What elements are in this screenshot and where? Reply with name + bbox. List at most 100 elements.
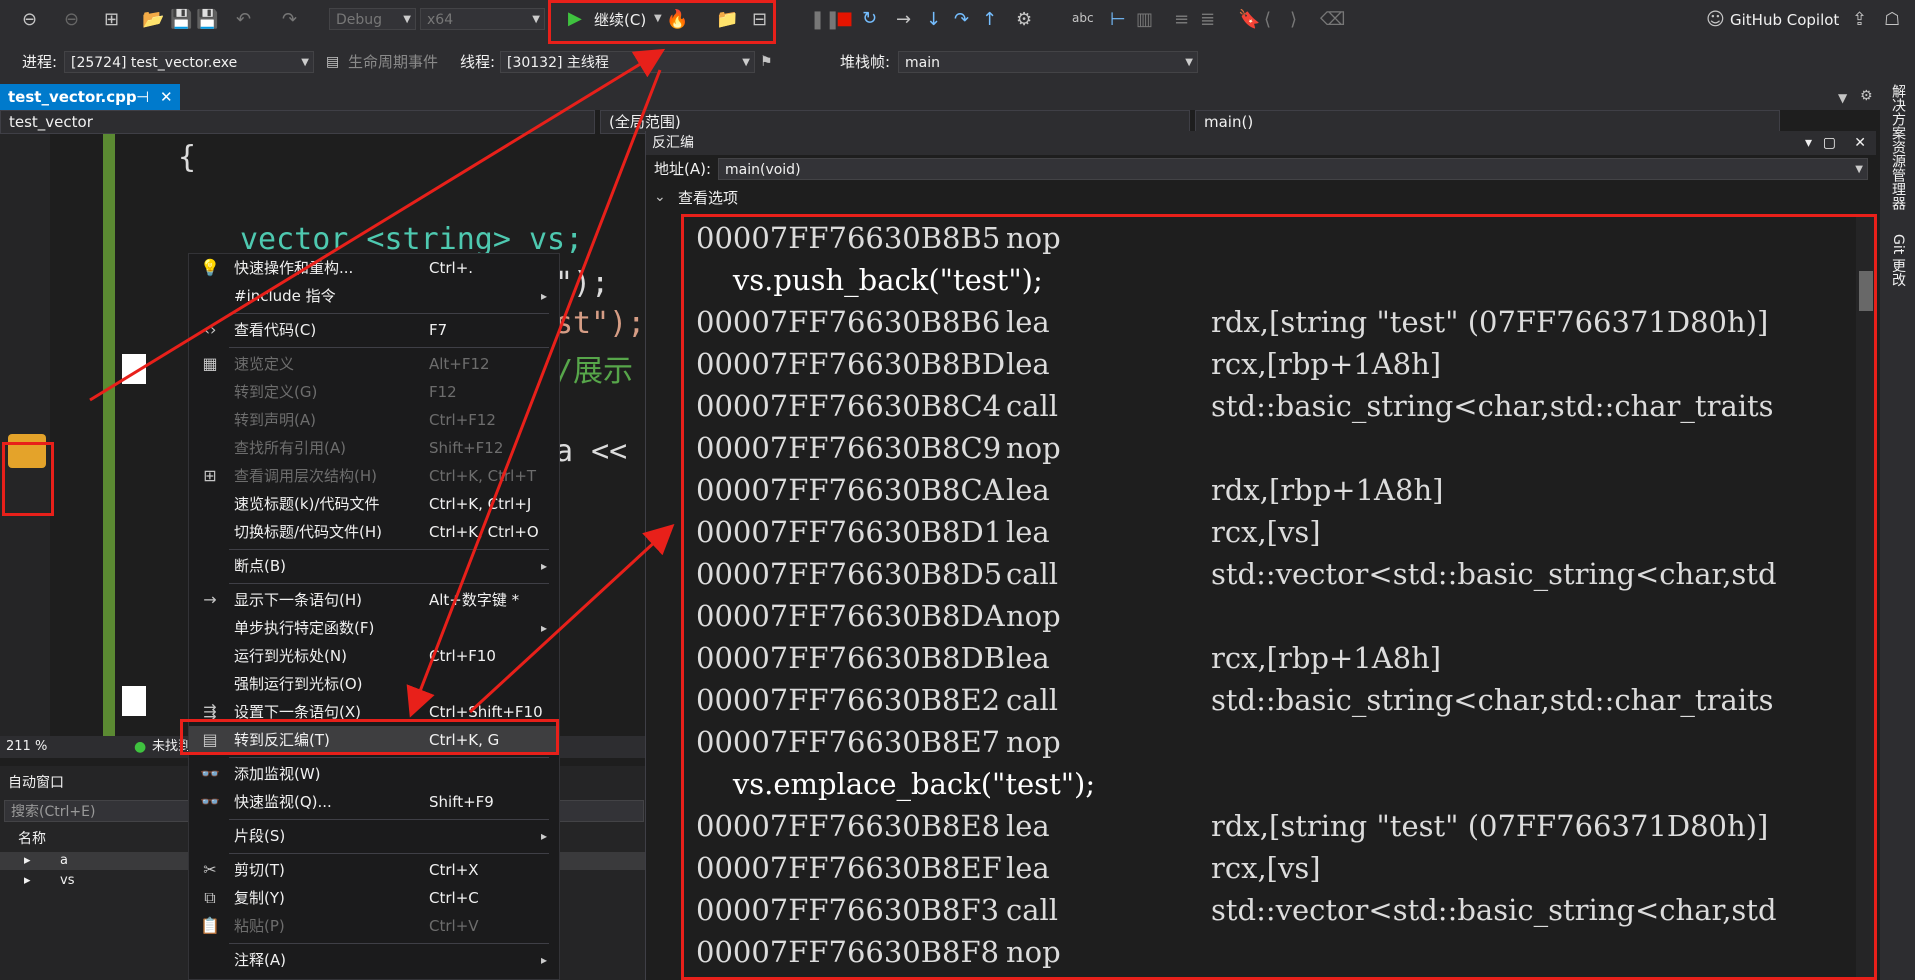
config-select[interactable]: Debug ▼	[329, 8, 416, 30]
continue-button[interactable]: ▶ 继续(C) ▼	[560, 8, 670, 32]
menu-item[interactable]: 单步执行特定函数(F) ▸	[189, 614, 559, 642]
step-into-icon[interactable]: ↓	[926, 10, 941, 30]
source-line[interactable]: vs.emplace_back("test");	[696, 763, 1095, 805]
disassembly-line[interactable]: 00007FF76630B8B5 nop	[696, 217, 1211, 259]
stack-frame-select[interactable]: main ▼	[898, 51, 1198, 73]
disassembly-line[interactable]: 00007FF76630B8D5 call std::vector<std::bas…	[696, 553, 1777, 595]
disassembly-line[interactable]: 00007FF76630B8DAnop	[696, 595, 1211, 637]
show-next-statement-icon[interactable]: →	[896, 10, 911, 30]
chevron-down-icon[interactable]: ⌄	[654, 187, 666, 207]
menu-item[interactable]: 切换标题/代码文件(H) Ctrl+K, Ctrl+O	[189, 518, 559, 546]
menu-item[interactable]: 💡 快速操作和重构... Ctrl+.	[189, 254, 559, 282]
disassembly-line[interactable]: 00007FF76630B8F8 nop	[696, 931, 1211, 973]
window-layout-icon[interactable]: ⊟	[752, 10, 767, 30]
share-icon[interactable]: ⇪	[1852, 10, 1867, 30]
menu-item[interactable]: 👓 添加监视(W)	[189, 760, 559, 788]
disassembly-line[interactable]: 00007FF76630B8CAlea rdx,[rbp+1A8h]	[696, 469, 1443, 511]
step-over-icon[interactable]: ↷	[954, 10, 969, 30]
bookmark-prev-icon[interactable]: ⟨	[1264, 10, 1271, 30]
menu-item[interactable]: 强制运行到光标(O)	[189, 670, 559, 698]
menu-item[interactable]: ▤ 转到反汇编(T) Ctrl+K, G	[189, 726, 559, 754]
solution-explorer-tab[interactable]: 解决方案资源管理器	[1888, 84, 1908, 210]
thread-select[interactable]: [30132] 主线程 ▼	[500, 51, 755, 73]
collapse-marker-icon[interactable]	[122, 354, 146, 384]
view-options-toggle[interactable]: 查看选项	[678, 187, 738, 209]
process-select[interactable]: [25724] test_vector.exe ▼	[64, 51, 314, 73]
column-header-name[interactable]: 名称	[18, 828, 46, 850]
restart-icon[interactable]: ↻	[862, 9, 877, 29]
tab-list-icon[interactable]: ▼	[1838, 88, 1847, 108]
menu-item-shortcut: Ctrl+K, Ctrl+O	[429, 523, 539, 541]
scrollbar-thumb[interactable]	[1859, 271, 1873, 311]
lifecycle-label[interactable]: 生命周期事件	[348, 51, 438, 73]
diagnostic-icon[interactable]: ⚙	[1016, 10, 1032, 30]
back-icon[interactable]: ⊖	[22, 10, 37, 30]
instruction-address: 00007FF76630B8BD	[696, 347, 1006, 381]
step-out-icon[interactable]: ↑	[982, 10, 997, 30]
disassembly-line[interactable]: 00007FF76630B8EF lea rcx,[vs]	[696, 847, 1321, 889]
disassembly-line[interactable]: 00007FF76630B8E2 call std::basic_string<ch…	[696, 679, 1774, 721]
thread-flag-icon[interactable]: ⚑	[760, 52, 773, 72]
project-nav-select[interactable]: test_vector	[0, 110, 595, 134]
close-icon[interactable]: ✕	[1854, 131, 1866, 155]
disassembly-line[interactable]: 00007FF76630B8E7 nop	[696, 721, 1211, 763]
menu-item[interactable]: → 显示下一条语句(H) Alt+数字键 *	[189, 586, 559, 614]
tab-title: test_vector.cpp	[8, 88, 137, 106]
menu-item[interactable]: 片段(S) ▸	[189, 822, 559, 850]
stop-icon[interactable]: ■	[836, 9, 853, 29]
pin-icon[interactable]: ⊣	[136, 84, 149, 110]
git-changes-tab[interactable]: Git 更改	[1888, 234, 1908, 287]
process-folder-icon[interactable]: 📁	[716, 10, 738, 30]
disassembly-line[interactable]: 00007FF76630B8F3 call std::vector<std::bas…	[696, 889, 1777, 931]
menu-item[interactable]: 👓 快速监视(Q)... Shift+F9	[189, 788, 559, 816]
feedback-icon[interactable]: ☖	[1884, 10, 1900, 30]
bookmark-next-icon[interactable]: ⟩	[1290, 10, 1297, 30]
tab-test-vector-cpp[interactable]: test_vector.cpp ⊣ ✕	[0, 84, 180, 110]
source-line[interactable]: vs.push_back("test");	[696, 259, 1043, 301]
undo-icon[interactable]: ↶	[236, 10, 251, 30]
menu-item[interactable]: #include 指令 ▸	[189, 282, 559, 310]
disassembly-scrollbar[interactable]	[1856, 216, 1876, 980]
save-icon[interactable]: 💾	[170, 10, 192, 30]
open-folder-icon[interactable]: 📂	[142, 10, 164, 30]
menu-item[interactable]: 速览标题(k)/代码文件 Ctrl+K, Ctrl+J	[189, 490, 559, 518]
collapse-marker-icon[interactable]	[122, 686, 146, 716]
outdent-icon[interactable]: ≣	[1200, 10, 1215, 30]
disassembly-line[interactable]: 00007FF76630B8C9 nop	[696, 427, 1211, 469]
zoom-level[interactable]: 211 %	[6, 736, 47, 758]
copilot-label[interactable]: GitHub Copilot	[1730, 9, 1839, 31]
chevron-down-icon[interactable]: ▾	[1805, 131, 1812, 155]
forward-icon[interactable]: ⊖	[64, 10, 79, 30]
menu-item[interactable]: 运行到光标处(N) Ctrl+F10	[189, 642, 559, 670]
format-icon[interactable]: ⊢	[1110, 10, 1126, 30]
bookmark-clear-icon[interactable]: ⌫	[1320, 10, 1345, 30]
hot-reload-icon[interactable]: 🔥	[666, 10, 688, 30]
redo-icon[interactable]: ↷	[282, 10, 297, 30]
tab-settings-icon[interactable]: ⚙	[1860, 86, 1873, 106]
disassembly-line[interactable]: 00007FF76630B8D1 lea rcx,[vs]	[696, 511, 1321, 553]
spellcheck-icon[interactable]: abc	[1072, 8, 1094, 28]
disassembly-line[interactable]: 00007FF76630B8DBlea rcx,[rbp+1A8h]	[696, 637, 1441, 679]
menu-item[interactable]: 注释(A) ▸	[189, 946, 559, 974]
disassembly-line[interactable]: 00007FF76630B8BDlea rcx,[rbp+1A8h]	[696, 343, 1441, 385]
save-all-icon[interactable]: 💾	[196, 10, 218, 30]
address-input[interactable]: main(void) ▼	[718, 158, 1868, 180]
new-project-icon[interactable]: ⊞	[104, 10, 119, 30]
menu-item[interactable]: ⧉ 复制(Y) Ctrl+C	[189, 884, 559, 912]
lifecycle-icon[interactable]: ▤	[326, 52, 339, 72]
maximize-icon[interactable]: ▢	[1823, 131, 1836, 155]
code-line-vector: vector <string> vs;	[240, 222, 584, 257]
platform-select[interactable]: x64 ▼	[420, 8, 545, 30]
disassembly-line[interactable]: 00007FF76630B8C4 call std::basic_string<ch…	[696, 385, 1774, 427]
bookmark-icon[interactable]: 🔖	[1238, 10, 1260, 30]
disassembly-line[interactable]: 00007FF76630B8E8 lea rdx,[string "test" (0…	[696, 805, 1768, 847]
play-icon: ▶	[568, 8, 582, 29]
close-icon[interactable]: ✕	[160, 84, 173, 110]
comment-icon[interactable]: ▥	[1136, 10, 1153, 30]
disassembly-line[interactable]: 00007FF76630B8B6 lea rdx,[string "test" (0…	[696, 301, 1768, 343]
menu-item[interactable]: ⇶ 设置下一条语句(X) Ctrl+Shift+F10	[189, 698, 559, 726]
menu-item[interactable]: ‹› 查看代码(C) F7	[189, 316, 559, 344]
menu-item[interactable]: ✂ 剪切(T) Ctrl+X	[189, 856, 559, 884]
menu-item[interactable]: 断点(B) ▸	[189, 552, 559, 580]
indent-icon[interactable]: ≡	[1174, 10, 1189, 30]
